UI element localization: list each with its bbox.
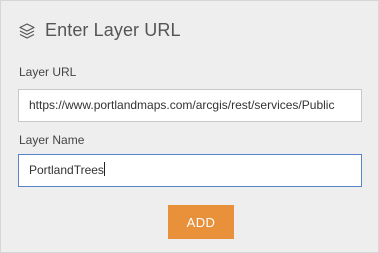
layer-url-label: Layer URL (19, 65, 77, 79)
add-layer-panel: Enter Layer URL Layer URL https://www.po… (0, 0, 379, 253)
layer-url-value: https://www.portlandmaps.com/arcgis/rest… (29, 98, 335, 112)
panel-title: Enter Layer URL (45, 20, 181, 40)
add-button[interactable]: ADD (168, 205, 234, 239)
layer-name-label: Layer Name (19, 133, 85, 147)
layer-name-value: PortlandTrees (29, 163, 104, 177)
layer-url-input[interactable]: https://www.portlandmaps.com/arcgis/rest… (18, 89, 362, 122)
panel-header: Enter Layer URL (18, 20, 181, 41)
layers-icon (18, 22, 36, 40)
text-cursor (103, 162, 105, 176)
layer-name-input[interactable]: PortlandTrees (18, 154, 362, 187)
